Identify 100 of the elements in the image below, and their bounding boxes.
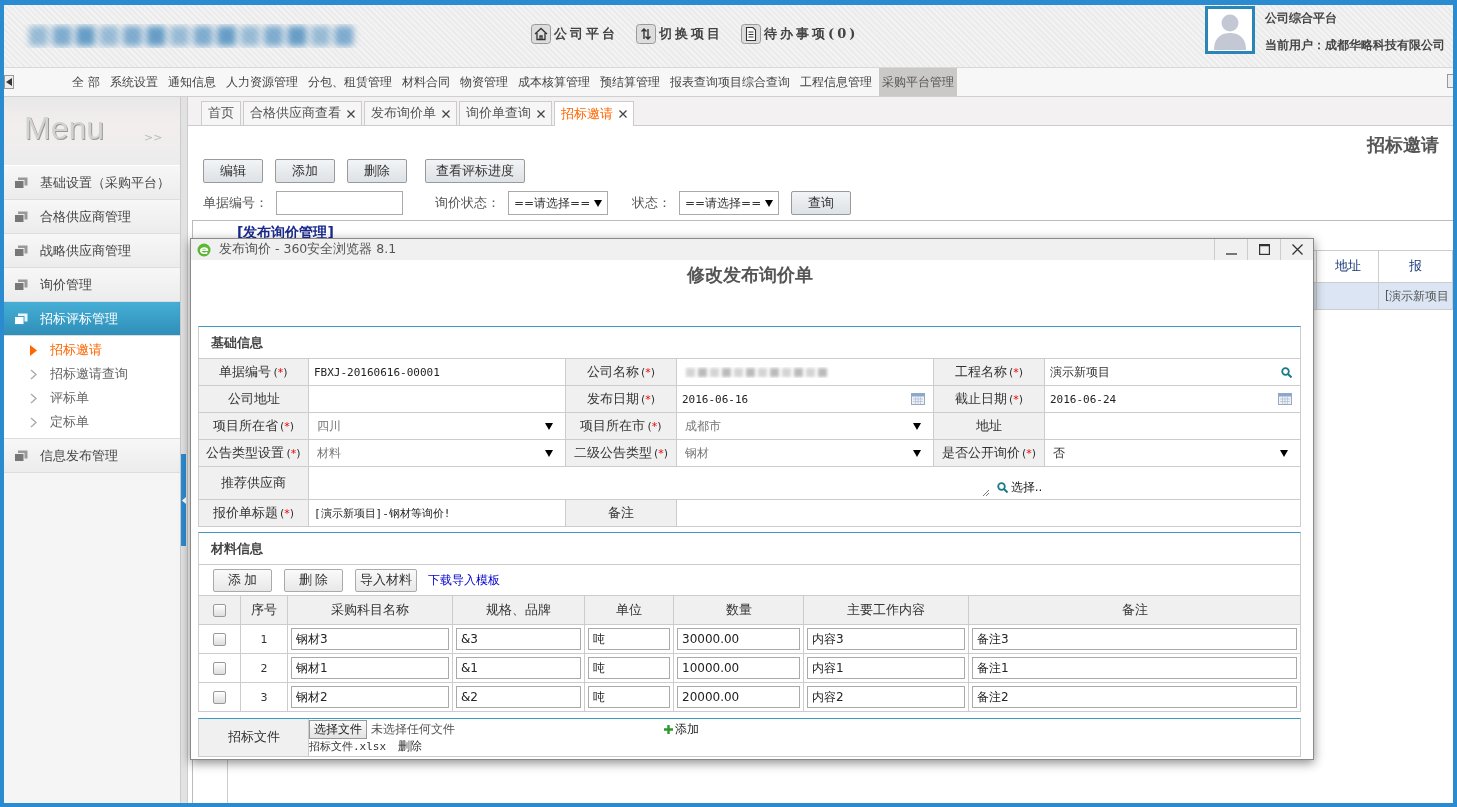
text-field[interactable]: &2 bbox=[456, 686, 581, 708]
close-icon[interactable] bbox=[442, 109, 450, 118]
text-field[interactable]: 钢材3 bbox=[291, 628, 449, 650]
close-icon[interactable] bbox=[537, 109, 545, 118]
minimize-icon bbox=[1225, 253, 1237, 255]
tab[interactable]: 发布询价单 bbox=[364, 101, 457, 125]
resize-grip-icon[interactable] bbox=[981, 489, 989, 496]
toolbar-button[interactable]: 添 加 bbox=[213, 568, 272, 592]
nav-link[interactable]: 待办事项(0) bbox=[741, 24, 859, 44]
menu-item[interactable]: 工程信息管理 bbox=[796, 68, 875, 96]
close-icon[interactable] bbox=[347, 109, 355, 118]
toolbar-button[interactable]: 删除 bbox=[347, 159, 407, 183]
select-field[interactable]: ==请选择== bbox=[508, 191, 608, 215]
stack-icon bbox=[14, 278, 28, 291]
search-icon[interactable] bbox=[1281, 366, 1292, 378]
table-cell: 3 bbox=[241, 683, 288, 711]
platform-title: 公司综合平台 bbox=[1265, 10, 1338, 27]
caret-icon bbox=[913, 449, 921, 457]
add-link[interactable]: 添加 bbox=[664, 720, 699, 738]
sidebar-item[interactable]: 定标单 bbox=[4, 410, 180, 434]
chevron-icon bbox=[30, 392, 37, 404]
field-label: 询价状态： bbox=[435, 194, 500, 212]
search-button[interactable]: 查询 bbox=[791, 191, 851, 215]
menu-item[interactable]: 材料合同 bbox=[398, 68, 453, 96]
sidebar-item[interactable]: 招标邀请查询 bbox=[4, 362, 180, 386]
field-label: 单据编号： bbox=[203, 194, 268, 212]
close-icon[interactable] bbox=[619, 110, 627, 118]
menu-item[interactable]: 报表查询项目综合查询 bbox=[666, 68, 793, 96]
text-field[interactable]: 20000.00 bbox=[677, 686, 800, 708]
plus-icon bbox=[664, 724, 673, 734]
text-field[interactable]: 钢材1 bbox=[291, 657, 449, 679]
text-field[interactable]: 10000.00 bbox=[677, 657, 800, 679]
field-label: 状态： bbox=[632, 194, 671, 212]
collapse-handle[interactable] bbox=[181, 454, 186, 546]
text-field[interactable]: 钢材2 bbox=[291, 686, 449, 708]
caret-icon bbox=[594, 199, 602, 207]
field-label: 招标文件 bbox=[199, 719, 309, 756]
delete-link[interactable]: 删除 bbox=[398, 739, 423, 754]
field-label: 公告类型设置 (*) bbox=[199, 440, 309, 466]
field-label: 发布日期 (*) bbox=[566, 386, 677, 412]
scroll-left-button[interactable] bbox=[4, 75, 14, 89]
text-field[interactable]: 吨 bbox=[588, 628, 670, 650]
toolbar-button[interactable]: 编辑 bbox=[203, 159, 263, 183]
text-field[interactable] bbox=[276, 191, 403, 215]
menu-item[interactable]: 预结算管理 bbox=[596, 68, 663, 96]
text-field[interactable]: 吨 bbox=[588, 657, 670, 679]
menu-item[interactable]: 通知信息 bbox=[164, 68, 219, 96]
toolbar-button[interactable]: 添加 bbox=[275, 159, 335, 183]
field-label: 截止日期 (*) bbox=[934, 386, 1045, 412]
text-field[interactable]: 备注2 bbox=[972, 686, 1297, 708]
toolbar-button[interactable]: 导入材料 bbox=[355, 568, 417, 592]
tab[interactable]: 合格供应商查看 bbox=[243, 101, 362, 125]
stack-icon bbox=[14, 176, 28, 189]
column-header: 报 bbox=[1379, 251, 1453, 282]
menu-item[interactable]: 人力资源管理 bbox=[222, 68, 301, 96]
checkbox[interactable] bbox=[213, 632, 226, 646]
menu-item[interactable]: 采购平台管理 bbox=[878, 68, 957, 96]
tab[interactable]: 询价单查询 bbox=[459, 101, 552, 125]
menu-item[interactable]: 分包、租赁管理 bbox=[304, 68, 395, 96]
field-label: 地址 bbox=[934, 413, 1045, 439]
maximize-icon bbox=[1258, 244, 1270, 255]
text-field[interactable]: 吨 bbox=[588, 686, 670, 708]
tab[interactable]: 首页 bbox=[201, 101, 241, 125]
menu-item[interactable]: 物资管理 bbox=[456, 68, 511, 96]
text-field[interactable]: 内容1 bbox=[807, 657, 965, 679]
calendar-icon[interactable] bbox=[1278, 393, 1292, 405]
column-header: 主要工作内容 bbox=[804, 596, 969, 624]
caret-icon bbox=[545, 449, 553, 457]
text-field[interactable]: 备注1 bbox=[972, 657, 1297, 679]
checkbox[interactable] bbox=[213, 603, 226, 617]
select-link[interactable]: 选择.. bbox=[996, 479, 1043, 496]
menu-item[interactable]: 成本核算管理 bbox=[514, 68, 593, 96]
text-field[interactable]: 备注3 bbox=[972, 628, 1297, 650]
page-title: 招标邀请 bbox=[1367, 133, 1439, 157]
calendar-icon[interactable] bbox=[911, 393, 925, 405]
home-icon bbox=[531, 24, 551, 44]
checkbox[interactable] bbox=[213, 661, 226, 675]
download-link[interactable]: 下载导入模板 bbox=[428, 571, 500, 589]
checkbox[interactable] bbox=[213, 690, 226, 704]
column-header: 备注 bbox=[1120, 600, 1149, 619]
nav-link[interactable]: 切换项目 bbox=[636, 24, 723, 44]
sidebar-item[interactable]: 评标单 bbox=[4, 386, 180, 410]
choose-file-button[interactable]: 选择文件 bbox=[309, 719, 367, 739]
nav-link[interactable]: 公司平台 bbox=[531, 24, 618, 44]
text-field[interactable]: &3 bbox=[456, 628, 581, 650]
text-field[interactable]: 内容3 bbox=[807, 628, 965, 650]
menu-item[interactable]: 系统设置 bbox=[106, 68, 161, 96]
section-title: 基础信息 bbox=[211, 333, 263, 352]
text-field[interactable]: 内容2 bbox=[807, 686, 965, 708]
menu-item[interactable]: 全 部 bbox=[69, 68, 103, 96]
table-cell: 1 bbox=[241, 625, 288, 653]
toolbar-button[interactable]: 查看评标进度 bbox=[425, 159, 525, 183]
select-field[interactable]: ==请选择== bbox=[679, 191, 779, 215]
text-field[interactable]: &1 bbox=[456, 657, 581, 679]
text-field[interactable]: 30000.00 bbox=[677, 628, 800, 650]
browser-icon bbox=[197, 242, 211, 257]
toolbar-button[interactable]: 删 除 bbox=[284, 568, 343, 592]
field-label: 是否公开询价 (*) bbox=[934, 440, 1045, 466]
file-status: 未选择任何文件 bbox=[371, 720, 455, 738]
dialog-heading: 修改发布询价单 bbox=[686, 263, 813, 287]
